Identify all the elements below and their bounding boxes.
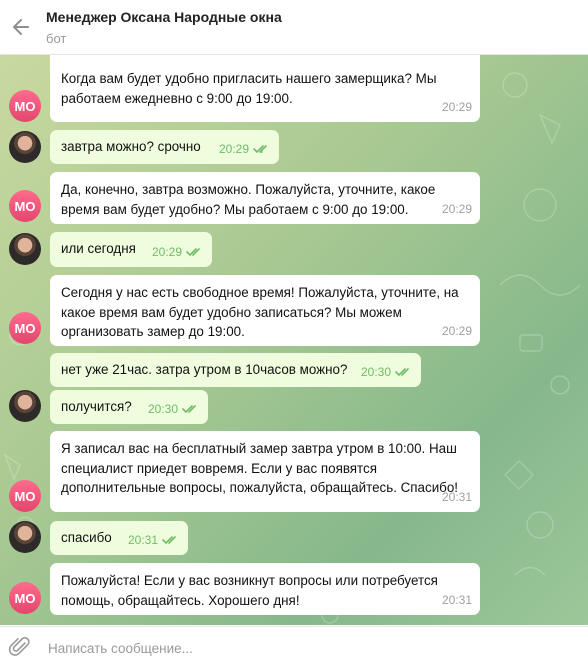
message-time: 20:29 [151,244,182,259]
message-text: получится? [61,399,132,414]
message-text: Когда вам будет удобно пригласить нашего… [61,71,441,106]
message-time: 20:29 [218,141,249,156]
message-meta: 20:30 [148,400,200,420]
message-text: Пожалуйста! Если у вас возникнут вопросы… [61,573,442,608]
double-check-icon [253,145,267,154]
message-time: 20:30 [360,364,391,379]
message-meta: 20:31 [442,591,472,611]
double-check-icon [186,248,200,257]
message-time: 20:29 [441,201,472,216]
back-button[interactable] [8,14,34,40]
message-meta: 20:30 [361,363,413,383]
message-time: 20:30 [147,401,178,416]
message-text: или сегодня [61,241,136,256]
message-text: Я записал вас на бесплатный замер завтра… [61,441,461,495]
chat-title[interactable]: Менеджер Оксана Народные окна [46,9,282,25]
message-text: завтра можно? срочно [61,139,201,154]
message-time: 20:31 [441,592,472,607]
user-avatar[interactable] [9,233,41,265]
message-text: спасибо [61,530,112,545]
message-input[interactable] [46,637,570,659]
message-list[interactable]: Когда вам будет удобно пригласить нашего… [0,55,588,625]
message-meta: 20:31 [442,488,472,508]
bot-avatar[interactable]: МО [9,582,41,614]
chat-header: Менеджер Оксана Народные окна бот [0,0,588,55]
message-time: 20:31 [127,532,158,547]
bot-avatar[interactable]: МО [9,312,41,344]
message-meta: 20:29 [442,200,472,220]
bot-avatar[interactable]: МО [9,90,41,122]
message-time: 20:29 [441,99,472,114]
message-text: Сегодня у нас есть свободное время! Пожа… [61,285,463,339]
outgoing-message-bubble[interactable]: нет уже 21час. затра утром в 10часов мож… [50,353,421,387]
message-text: нет уже 21час. затра утром в 10часов мож… [61,362,348,377]
user-avatar[interactable] [9,390,41,422]
chat-subtitle: бот [46,31,67,46]
message-text: Да, конечно, завтра возможно. Пожалуйста… [61,182,440,217]
double-check-icon [162,536,176,545]
incoming-message-bubble[interactable]: Я записал вас на бесплатный замер завтра… [50,431,480,512]
outgoing-message-bubble[interactable]: или сегодня 20:29 [50,232,212,267]
message-time: 20:29 [441,323,472,338]
bot-avatar[interactable]: МО [9,480,41,512]
outgoing-message-bubble[interactable]: получится? 20:30 [50,390,208,424]
user-avatar[interactable] [9,521,41,553]
incoming-message-bubble[interactable]: Пожалуйста! Если у вас возникнут вопросы… [50,563,480,615]
incoming-message-bubble[interactable]: Да, конечно, завтра возможно. Пожалуйста… [50,172,480,224]
message-meta: 20:29 [442,322,472,342]
incoming-message-bubble[interactable]: Когда вам будет удобно пригласить нашего… [50,55,480,122]
message-time: 20:31 [441,489,472,504]
bot-avatar[interactable]: МО [9,190,41,222]
message-composer [0,626,588,667]
outgoing-message-bubble[interactable]: спасибо 20:31 [50,521,188,555]
message-meta: 20:31 [128,531,180,551]
arrow-left-icon [13,19,29,35]
message-meta: 20:29 [152,243,204,263]
double-check-icon [395,368,409,377]
message-meta: 20:29 [219,140,271,160]
attach-button[interactable] [8,635,32,659]
outgoing-message-bubble[interactable]: завтра можно? срочно 20:29 [50,130,279,164]
incoming-message-bubble[interactable]: Сегодня у нас есть свободное время! Пожа… [50,275,480,346]
paperclip-icon [8,637,30,656]
double-check-icon [182,405,196,414]
message-meta: 20:29 [442,98,472,118]
user-avatar[interactable] [9,131,41,163]
